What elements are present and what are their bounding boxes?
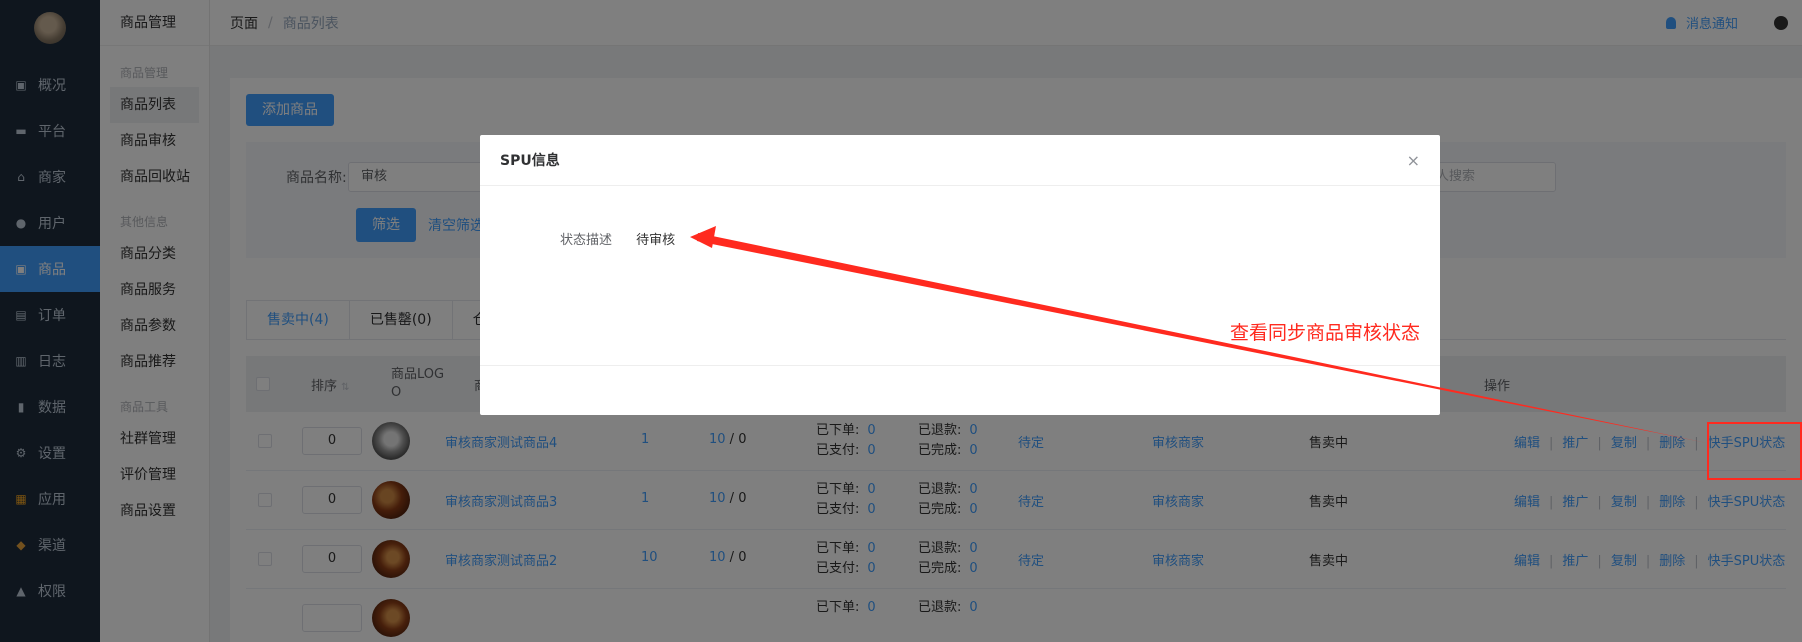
annotation-arrow	[690, 226, 1707, 443]
